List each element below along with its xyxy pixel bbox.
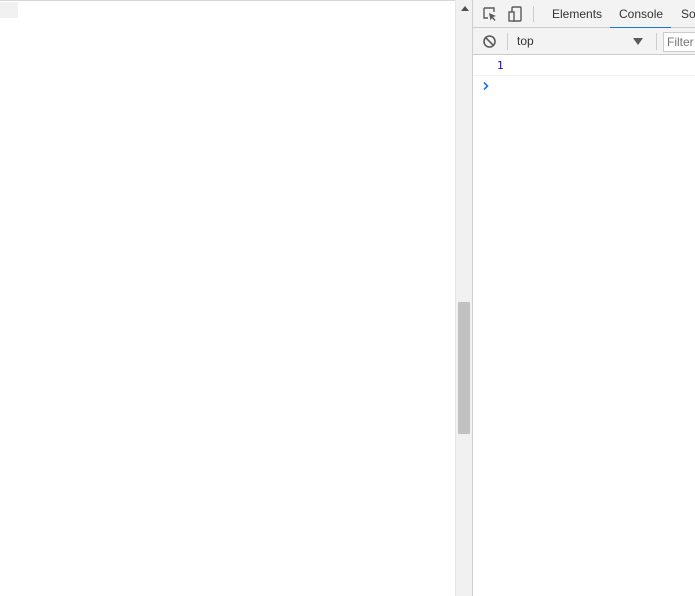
console-message-value: 1 xyxy=(497,59,504,72)
filter-input[interactable] xyxy=(663,32,695,52)
prompt-chevron-icon xyxy=(483,81,489,91)
devtools-panel: Elements Console So top 1 xyxy=(472,0,695,596)
toolbar-separator xyxy=(507,33,508,50)
devtools-tabbar: Elements Console So xyxy=(473,0,695,29)
tab-elements[interactable]: Elements xyxy=(552,0,602,28)
tab-console[interactable]: Console xyxy=(609,0,672,29)
clear-console-icon[interactable] xyxy=(482,34,497,49)
tab-sources[interactable]: So xyxy=(681,0,695,28)
context-selector[interactable]: top xyxy=(513,31,649,52)
scroll-up-button[interactable] xyxy=(456,0,473,17)
page-viewport[interactable] xyxy=(0,0,455,596)
context-label: top xyxy=(517,34,534,48)
console-prompt[interactable] xyxy=(473,77,695,95)
tabbar-separator xyxy=(533,6,534,22)
console-messages[interactable]: 1 xyxy=(473,55,695,596)
console-message: 1 xyxy=(473,57,695,76)
browser-window: Elements Console So top 1 xyxy=(0,0,695,596)
dropdown-arrow-icon xyxy=(633,38,643,45)
page-scrollbar[interactable] xyxy=(455,0,472,596)
console-toolbar: top xyxy=(473,28,695,55)
scrollbar-thumb[interactable] xyxy=(458,302,470,434)
inspect-element-icon[interactable] xyxy=(481,5,499,23)
toolbar-separator xyxy=(656,33,657,50)
device-toolbar-icon[interactable] xyxy=(507,5,525,23)
page-corner xyxy=(0,2,18,18)
scroll-up-arrow-icon xyxy=(460,6,469,11)
